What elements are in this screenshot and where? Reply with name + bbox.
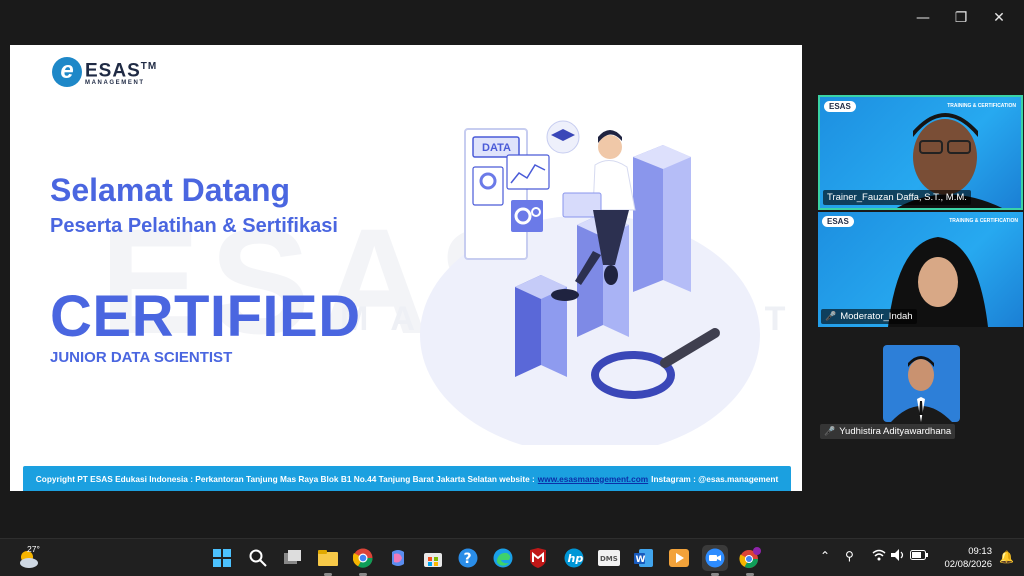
logo-name: ESASTM bbox=[85, 60, 158, 82]
dms-icon[interactable]: DMS bbox=[596, 545, 622, 571]
taskbar: 27° ? hp DMS W ⌃ ⚲ 09:13 02/08/2026 🔔 bbox=[0, 538, 1024, 576]
illustration-label: DATA bbox=[482, 142, 511, 154]
participant-avatar-photo[interactable] bbox=[883, 345, 960, 422]
avatar bbox=[891, 356, 952, 422]
svg-text:W: W bbox=[636, 555, 646, 565]
welcome-heading: Selamat Datang bbox=[50, 172, 291, 208]
store-icon[interactable] bbox=[420, 545, 446, 571]
copilot-icon[interactable] bbox=[385, 545, 411, 571]
logo-sub: MANAGEMENT bbox=[85, 80, 145, 87]
start-icon[interactable] bbox=[209, 545, 235, 571]
battery-icon[interactable] bbox=[910, 549, 928, 563]
video-tile-trainer[interactable]: ESAS TRAINING & CERTIFICATION Trainer_Fa… bbox=[818, 95, 1023, 210]
close-button[interactable]: ✕ bbox=[980, 8, 1018, 28]
zoom-icon[interactable] bbox=[702, 545, 728, 576]
help-icon[interactable]: ? bbox=[455, 545, 481, 571]
media-player-icon[interactable] bbox=[666, 545, 692, 571]
search-icon[interactable] bbox=[245, 545, 271, 571]
esas-logo: e ESASTM MANAGEMENT bbox=[52, 57, 157, 87]
minimize-button[interactable]: — bbox=[904, 8, 942, 28]
chrome-profile-icon[interactable] bbox=[737, 545, 763, 576]
footer-instagram: Instagram : @esas.management bbox=[651, 473, 779, 484]
svg-text:?: ? bbox=[464, 551, 472, 567]
welcome-subtitle: Peserta Pelatihan & Sertifikasi bbox=[50, 215, 338, 237]
participant-name-tag: 🎤 Moderator_Indah bbox=[821, 309, 917, 324]
hp-icon[interactable]: hp bbox=[561, 545, 587, 571]
file-explorer-icon[interactable] bbox=[315, 545, 341, 576]
participant-name-tag: Trainer_Fauzan Daffa, S.T., M.M. bbox=[823, 190, 971, 205]
window-controls: — ❐ ✕ bbox=[904, 8, 1018, 28]
svg-text:hp: hp bbox=[568, 552, 584, 565]
mic-muted-icon: 🎤 bbox=[825, 311, 837, 321]
location-icon[interactable]: ⚲ bbox=[845, 549, 854, 563]
mcafee-icon[interactable] bbox=[525, 545, 551, 571]
chrome-icon[interactable] bbox=[350, 545, 376, 576]
clock-date: 02/08/2026 bbox=[944, 559, 992, 570]
restore-button[interactable]: ❐ bbox=[942, 8, 980, 28]
certification-role: JUNIOR DATA SCIENTIST bbox=[50, 349, 233, 366]
weather-temperature: 27° bbox=[27, 544, 40, 554]
svg-text:DMS: DMS bbox=[600, 555, 618, 563]
mic-muted-icon: 🎤 bbox=[824, 426, 836, 436]
participant-name-tag: 🎤 Yudhistira Adityawardhana bbox=[820, 424, 956, 439]
notification-bell-icon[interactable]: 🔔 bbox=[999, 550, 1014, 564]
logo-mark: e bbox=[52, 57, 82, 87]
certified-heading: CERTIFIED bbox=[50, 284, 361, 349]
word-icon[interactable]: W bbox=[631, 545, 657, 571]
data-scientist-illustration: DATA bbox=[420, 120, 760, 445]
shared-screen-slide: ESAS MANAGEMENT e ESASTM MANAGEMENT Sela… bbox=[10, 45, 802, 491]
footer-copyright: Copyright PT ESAS Edukasi Indonesia : Pe… bbox=[35, 473, 535, 484]
footer-website-link[interactable]: www.esasmanagement.com bbox=[538, 474, 648, 484]
slide-footer: Copyright PT ESAS Edukasi Indonesia : Pe… bbox=[23, 466, 791, 491]
volume-icon[interactable] bbox=[891, 549, 905, 564]
edge-icon[interactable] bbox=[490, 545, 516, 571]
show-hidden-icons-icon[interactable]: ⌃ bbox=[820, 549, 830, 563]
video-tile-moderator[interactable]: ESAS TRAINING & CERTIFICATION 🎤 Moderato… bbox=[818, 212, 1023, 327]
system-clock[interactable]: 09:13 02/08/2026 bbox=[944, 545, 992, 571]
task-view-icon[interactable] bbox=[280, 545, 306, 571]
clock-time: 09:13 bbox=[968, 546, 992, 557]
wifi-icon[interactable] bbox=[872, 549, 886, 564]
